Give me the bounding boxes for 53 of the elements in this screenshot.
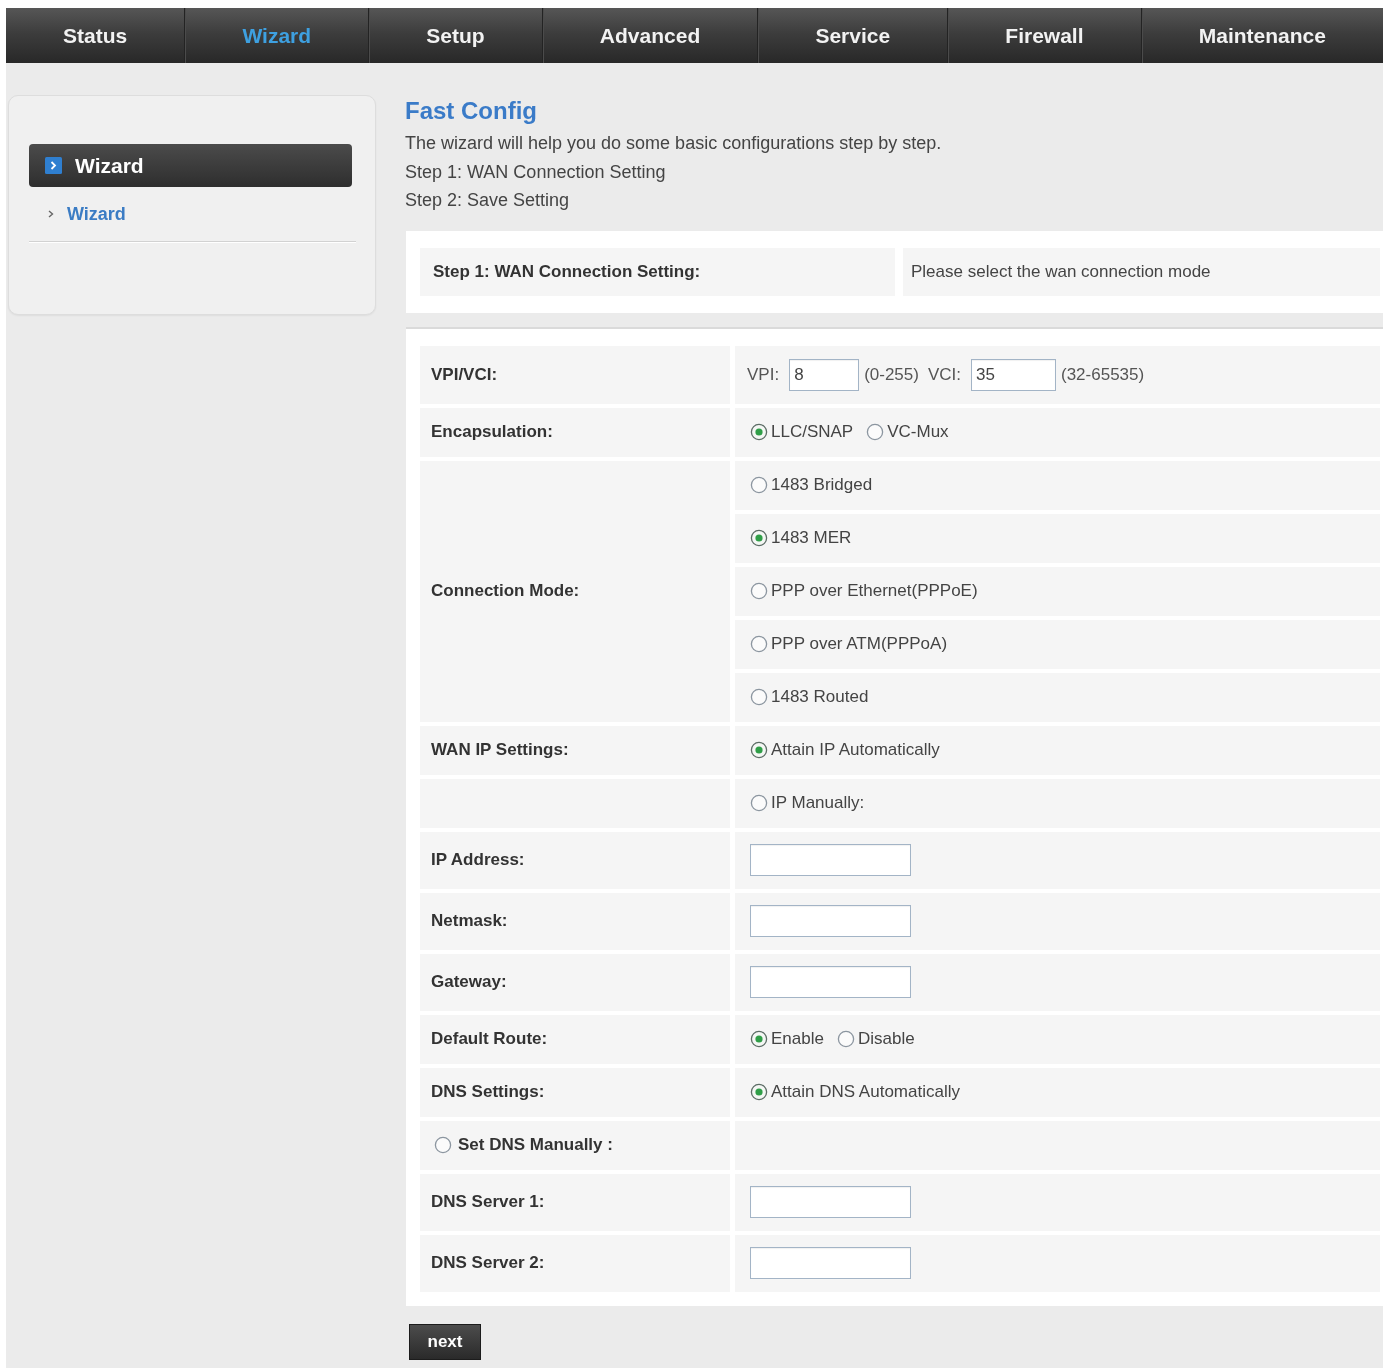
text-field[interactable]: 8 [789, 358, 860, 391]
field-label: Encapsulation: [420, 407, 730, 457]
field-label: Netmask: [420, 892, 730, 950]
field-label: WAN IP Settings: [420, 725, 730, 775]
intro-text: The wizard will help you do some basic configurations step by step. [405, 132, 943, 155]
nav-tab[interactable]: Service [757, 8, 948, 63]
radio-option[interactable]: VC-Mux [866, 422, 949, 442]
field-label: Gateway: [420, 953, 730, 1011]
radio-option[interactable]: Disable [836, 1029, 915, 1049]
radio-option[interactable]: PPP over Ethernet(PPPoE) [750, 581, 978, 601]
text-field[interactable]: 35 [971, 358, 1056, 391]
nav-tab[interactable]: Firewall [947, 8, 1141, 63]
text-field[interactable] [750, 905, 911, 937]
radio-option[interactable]: 1483 Routed [750, 687, 869, 707]
text-field[interactable] [750, 1247, 911, 1279]
radio-option[interactable]: IP Manually: [750, 793, 865, 813]
radio-option[interactable]: Enable [750, 1029, 824, 1049]
radio-option[interactable]: Attain IP Automatically [750, 740, 940, 760]
text-field[interactable] [750, 966, 911, 998]
radio-option[interactable]: 1483 MER [750, 528, 852, 548]
text-field[interactable] [750, 844, 911, 876]
nav-tab[interactable]: Setup [368, 8, 542, 63]
radio-option[interactable]: LLC/SNAP [750, 422, 854, 442]
nav-tab[interactable]: Advanced [541, 8, 758, 63]
nav-tab[interactable]: Status [6, 8, 185, 63]
field-label: VPI/VCI: [420, 345, 730, 404]
range-hint: (0-255) [864, 364, 919, 385]
chevron-square-icon [45, 157, 62, 174]
field-label: DNS Server 2: [420, 1234, 730, 1292]
radio-option[interactable]: Set DNS Manually : [434, 1135, 613, 1155]
chevron-icon [48, 210, 54, 218]
intro-text: Step 2: Save Setting [405, 189, 571, 212]
radio-option[interactable]: Attain DNS Automatically [750, 1082, 960, 1102]
radio-option[interactable]: 1483 Bridged [750, 475, 873, 495]
page-title: Fast Config [405, 98, 538, 124]
field-prefix: VCI: [927, 364, 961, 385]
sidebar-link[interactable]: Wizard [48, 202, 126, 226]
field-label: IP Address: [420, 831, 730, 889]
intro-text: Step 1: WAN Connection Setting [405, 160, 667, 184]
range-hint: (32-65535) [1061, 364, 1145, 385]
field-label: Default Route: [420, 1014, 730, 1064]
nav-tab[interactable]: Maintenance [1140, 8, 1383, 63]
field-label: DNS Settings: [420, 1067, 730, 1117]
sidebar-header-title: Wizard [75, 153, 144, 178]
next-button[interactable]: next [409, 1323, 481, 1360]
step-label: Step 1: WAN Connection Setting: [420, 247, 895, 296]
nav-tab[interactable]: Wizard [184, 8, 369, 63]
text-field[interactable] [750, 1186, 911, 1218]
field-prefix: VPI: [747, 364, 780, 385]
step-hint: Please select the wan connection mode [903, 247, 1380, 296]
field-label: DNS Server 1: [420, 1173, 730, 1231]
radio-option[interactable]: PPP over ATM(PPPoA) [750, 634, 948, 654]
field-label: Connection Mode: [420, 460, 730, 722]
